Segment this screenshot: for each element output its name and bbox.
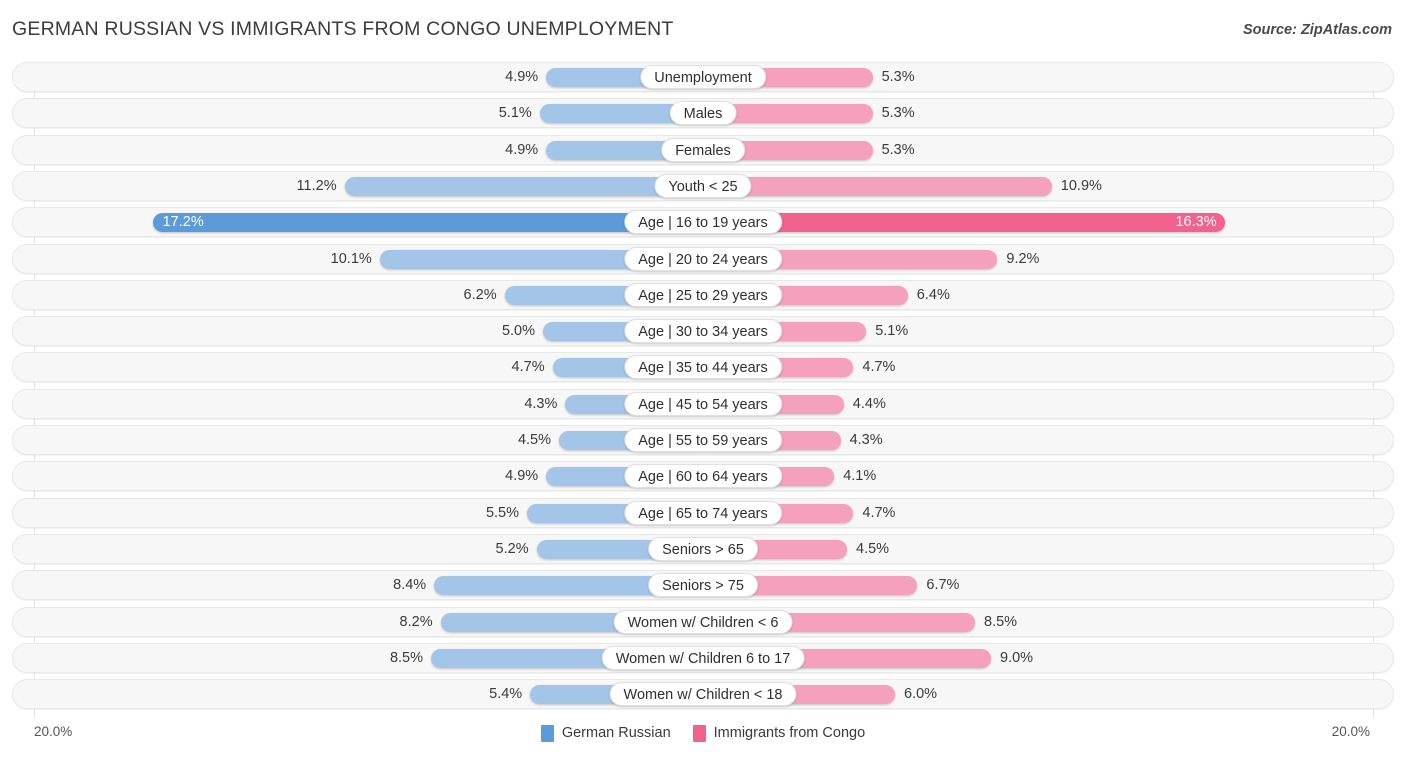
category-label: Age | 60 to 64 years <box>624 464 782 489</box>
bar-german-russian <box>152 213 703 233</box>
category-label: Age | 35 to 44 years <box>624 355 782 380</box>
value-label-left: 6.2% <box>463 286 497 303</box>
chart-row: 5.2% 4.5% Seniors > 65 <box>12 533 1394 564</box>
chart-row: 8.4% 6.7% Seniors > 75 <box>12 570 1394 601</box>
value-label-right: 8.5% <box>984 613 1018 630</box>
bar-german-russian <box>344 176 703 196</box>
chart-row: 5.0% 5.1% Age | 30 to 34 years <box>12 316 1394 347</box>
value-label-left: 8.2% <box>399 613 433 630</box>
value-label-left: 5.1% <box>498 105 532 122</box>
chart-row: 11.2% 10.9% Youth < 25 <box>12 170 1394 201</box>
chart-row: 4.7% 4.7% Age | 35 to 44 years <box>12 352 1394 383</box>
chart-row: 4.5% 4.3% Age | 55 to 59 years <box>12 425 1394 455</box>
chart-row: 5.1% 5.3% Males <box>12 98 1394 129</box>
value-label-right: 5.3% <box>881 69 915 85</box>
value-label-left: 4.9% <box>505 69 539 85</box>
category-label: Age | 25 to 29 years <box>624 282 782 307</box>
chart-row: 10.1% 9.2% Age | 20 to 24 years <box>12 243 1394 274</box>
chart-row: 5.4% 6.0% Women w/ Children < 18 <box>12 679 1394 710</box>
chart-row: 4.3% 4.4% Age | 45 to 54 years <box>12 388 1394 419</box>
category-label: Age | 30 to 34 years <box>624 319 782 344</box>
value-label-left: 8.5% <box>389 649 423 666</box>
value-label-left: 8.4% <box>393 577 427 594</box>
category-label: Seniors > 65 <box>648 536 758 561</box>
chart-row: 4.9% 5.3% Females <box>12 134 1394 165</box>
legend-label: Immigrants from Congo <box>713 725 866 741</box>
legend-item[interactable]: German Russian <box>540 724 671 742</box>
source-attribution: Source: ZipAtlas.com <box>1242 22 1392 38</box>
chart-row: 4.9% 4.1% Age | 60 to 64 years <box>12 461 1394 492</box>
category-label: Youth < 25 <box>654 173 752 198</box>
category-label: Women w/ Children < 18 <box>609 682 797 707</box>
category-label: Women w/ Children < 6 <box>613 609 793 634</box>
category-label: Age | 65 to 74 years <box>624 500 782 525</box>
value-label-left: 4.7% <box>511 359 545 376</box>
value-label-left: 10.1% <box>330 250 372 267</box>
category-label: Males <box>669 101 737 126</box>
category-label: Women w/ Children 6 to 17 <box>601 645 805 670</box>
category-label: Females <box>661 137 745 162</box>
value-label-left: 4.9% <box>505 468 539 485</box>
value-label-left: 5.0% <box>501 323 535 340</box>
category-label: Age | 45 to 54 years <box>624 391 782 416</box>
value-label-right: 9.0% <box>1000 649 1034 666</box>
chart-row: 8.2% 8.5% Women w/ Children < 6 <box>12 606 1394 637</box>
value-label-right: 4.5% <box>856 540 890 557</box>
diverging-bar-plot: 4.9% 5.3% Unemployment 5.1% 5.3% Males 4.9% 5.3… <box>12 62 1394 718</box>
value-label-right: 6.4% <box>916 286 950 303</box>
value-label-right: 6.0% <box>904 686 938 703</box>
value-label-left: 5.2% <box>495 540 529 557</box>
chart-row: 4.9% 5.3% Unemployment <box>12 62 1394 92</box>
legend-swatch-icon <box>540 724 554 742</box>
category-label: Age | 20 to 24 years <box>624 246 782 271</box>
value-label-left: 5.5% <box>485 504 519 521</box>
value-label-right: 4.7% <box>862 359 896 376</box>
value-label-right: 4.4% <box>852 395 886 412</box>
value-label-right: 5.3% <box>881 105 915 122</box>
value-label-right: 9.2% <box>1006 250 1040 267</box>
value-label-left: 11.2% <box>296 177 337 194</box>
category-label: Unemployment <box>640 65 766 89</box>
value-label-right: 4.1% <box>843 468 877 485</box>
chart-row: 8.5% 9.0% Women w/ Children 6 to 17 <box>12 642 1394 673</box>
category-label: Age | 55 to 59 years <box>624 428 782 452</box>
value-label-right: 6.7% <box>926 577 960 594</box>
value-label-left: 4.9% <box>505 141 539 158</box>
page-title: GERMAN RUSSIAN VS IMMIGRANTS FROM CONGO … <box>12 18 674 40</box>
chart-row: 5.5% 4.7% Age | 65 to 74 years <box>12 497 1394 528</box>
value-label-right: 4.7% <box>862 504 896 521</box>
chart-row: 17.2% 16.3% Age | 16 to 19 years <box>12 207 1394 238</box>
value-label-left: 17.2% <box>162 214 204 231</box>
bar-immigrants-from-congo <box>703 176 1052 196</box>
legend-label: German Russian <box>561 725 671 741</box>
value-label-left: 4.3% <box>524 395 558 412</box>
category-label: Seniors > 75 <box>648 573 758 598</box>
category-label: Age | 16 to 19 years <box>624 210 782 235</box>
legend-item[interactable]: Immigrants from Congo <box>692 724 866 742</box>
legend-swatch-icon <box>692 724 706 742</box>
value-label-left: 4.5% <box>517 432 551 448</box>
value-label-right: 4.3% <box>849 432 883 448</box>
value-label-left: 5.4% <box>489 686 523 703</box>
chart-legend: German Russian Immigrants from Congo <box>0 722 1406 744</box>
chart-root: GERMAN RUSSIAN VS IMMIGRANTS FROM CONGO … <box>0 0 1406 757</box>
value-label-right: 5.3% <box>881 141 915 158</box>
value-label-right: 16.3% <box>1175 214 1217 231</box>
value-label-right: 10.9% <box>1060 177 1102 194</box>
value-label-right: 5.1% <box>875 323 909 340</box>
chart-row: 6.2% 6.4% Age | 25 to 29 years <box>12 279 1394 310</box>
